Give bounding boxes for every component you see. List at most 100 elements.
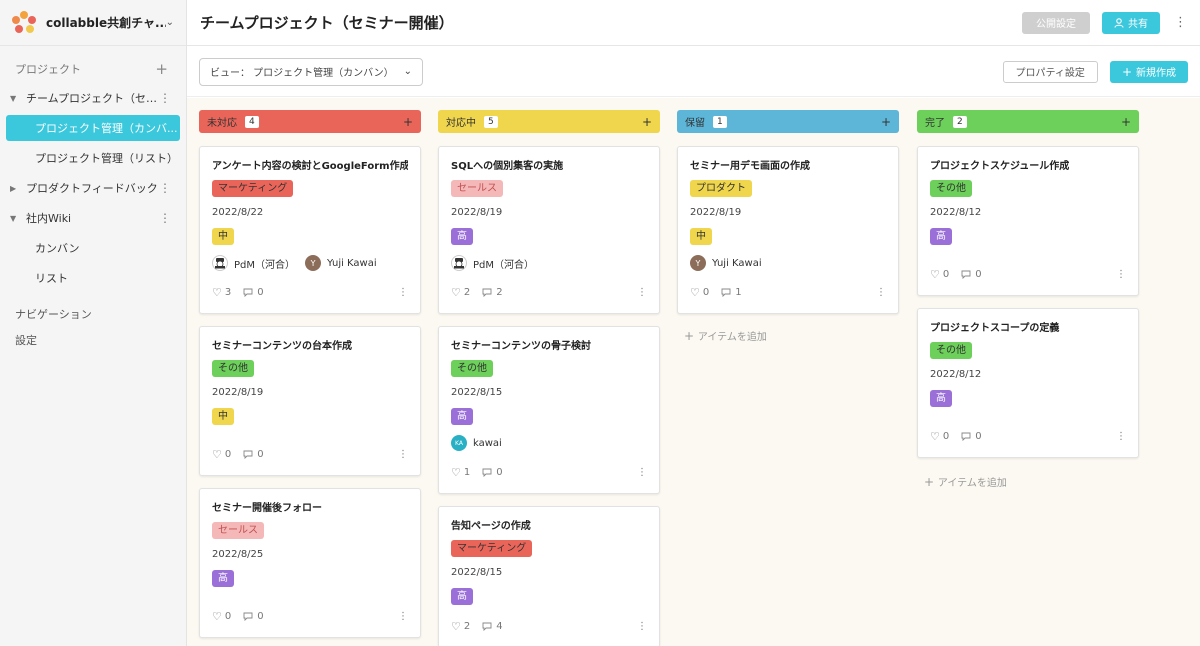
more-vertical-icon[interactable]: ⋮ [637, 287, 647, 298]
comment-icon[interactable] [243, 288, 253, 297]
column-count-badge: 4 [245, 115, 259, 128]
comment-icon[interactable] [961, 432, 971, 441]
more-vertical-icon[interactable]: ⋮ [159, 181, 171, 195]
due-date: 2022/8/12 [930, 207, 982, 218]
heart-icon[interactable]: ♡ [212, 448, 222, 461]
more-vertical-icon[interactable]: ⋮ [159, 211, 171, 225]
sidebar-project-item[interactable]: ▼ 社内Wiki ⋮ [0, 203, 186, 233]
assignee[interactable]: KA kawai [451, 435, 502, 451]
comment-icon[interactable] [482, 468, 492, 477]
kanban-card[interactable]: セミナー用デモ画面の作成 プロダクト 2022/8/19 中 Y Yuji Kawai ♡ 0… [677, 146, 899, 314]
view-select[interactable]: ビュー： プロジェクト管理（カンバン） ⌄ [199, 57, 423, 86]
due-date: 2022/8/19 [690, 207, 742, 218]
sidebar-project-item[interactable]: ▼ チームプロジェクト（セミ... ⋮ [0, 83, 186, 113]
add-card-icon[interactable]: + [403, 115, 413, 129]
sidebar-view-item[interactable]: プロジェクト管理（リスト） [0, 143, 186, 173]
settings-link[interactable]: 設定 [0, 327, 186, 353]
like-count: 0 [702, 287, 710, 298]
priority-badge: 高 [451, 228, 473, 245]
more-vertical-icon[interactable]: ⋮ [637, 621, 647, 632]
priority-badge: 高 [930, 390, 952, 407]
navigation-label[interactable]: ナビゲーション [0, 301, 186, 327]
kanban-card[interactable]: プロジェクトスケジュール作成 その他 2022/8/12 高 ♡ 0 0 ⋮ [917, 146, 1139, 296]
heart-icon[interactable]: ♡ [451, 286, 461, 299]
heart-icon[interactable]: ♡ [212, 610, 222, 623]
card-title: 告知ページの作成 [451, 521, 531, 532]
heart-icon[interactable]: ♡ [930, 268, 940, 281]
comment-icon[interactable] [721, 288, 731, 297]
share-button[interactable]: 共有 [1102, 11, 1160, 34]
heart-icon[interactable]: ♡ [690, 286, 700, 299]
sidebar-view-item[interactable]: プロジェクト管理（カンバ... [6, 115, 180, 141]
add-item-button[interactable]: + アイテムを追加 [684, 328, 767, 343]
category-tag: マーケティング [451, 540, 533, 557]
sidebar-view-item[interactable]: リスト [0, 263, 186, 293]
workspace-switcher[interactable]: collabble共創チャ... ⌄ [0, 0, 186, 46]
add-card-icon[interactable]: + [642, 115, 652, 129]
kanban-card[interactable]: プロジェクトスコープの定義 その他 2022/8/12 高 ♡ 0 0 ⋮ [917, 308, 1139, 458]
avatar: Y [305, 255, 322, 271]
comment-icon[interactable] [482, 288, 492, 297]
kanban-card[interactable]: アンケート内容の検討とGoogleForm作成 マーケティング 2022/8/22 中… [199, 146, 421, 314]
property-settings-button[interactable]: プロパティ設定 [1002, 60, 1098, 83]
card-footer: ♡ 2 4 ⋮ [451, 620, 647, 633]
share-label: 共有 [1128, 19, 1148, 30]
assignee[interactable]: Y Yuji Kawai [690, 255, 762, 271]
new-create-button[interactable]: + 新規作成 [1109, 60, 1188, 83]
sidebar-project-label: 社内Wiki [26, 212, 72, 225]
comment-icon[interactable] [961, 270, 971, 279]
kanban-column: 保留 1 + セミナー用デモ画面の作成 プロダクト 2022/8/19 中 Y Yuji Kaw… [677, 110, 899, 343]
kanban-column: 対応中 5 + SQLへの個別集客の実施 セールス 2022/8/19 高 PdM（河合） ♡ 2… [438, 110, 660, 646]
card-title: セミナーコンテンツの台本作成 [212, 341, 352, 352]
heart-icon[interactable]: ♡ [451, 466, 461, 479]
sidebar-project-label: チームプロジェクト（セミ... [26, 92, 159, 105]
more-vertical-icon[interactable]: ⋮ [1174, 15, 1187, 30]
heart-icon[interactable]: ♡ [212, 286, 222, 299]
assignee[interactable]: Y Yuji Kawai [305, 255, 377, 271]
kanban-card[interactable]: セミナーコンテンツの台本作成 その他 2022/8/19 中 ♡ 0 0 ⋮ [199, 326, 421, 476]
priority-badge: 中 [690, 228, 712, 245]
comment-icon[interactable] [243, 450, 253, 459]
heart-icon[interactable]: ♡ [930, 430, 940, 443]
public-settings-button[interactable]: 公開設定 [1022, 11, 1090, 34]
category-tag: セールス [212, 522, 264, 539]
sidebar-view-item[interactable]: カンバン [0, 233, 186, 263]
heart-icon[interactable]: ♡ [451, 620, 461, 633]
add-card-icon[interactable]: + [1121, 115, 1131, 129]
caret-down-icon[interactable]: ▼ [10, 94, 26, 103]
kanban-card[interactable]: SQLへの個別集客の実施 セールス 2022/8/19 高 PdM（河合） ♡ 2 2 ⋮ [438, 146, 660, 314]
kanban-card[interactable]: セミナーコンテンツの骨子検討 その他 2022/8/15 高 KA kawai ♡ 1 0 ⋮ [438, 326, 660, 494]
more-vertical-icon[interactable]: ⋮ [398, 287, 408, 298]
more-vertical-icon[interactable]: ⋮ [398, 611, 408, 622]
sidebar-project-item[interactable]: ▶ プロダクトフィードバック ⋮ [0, 173, 186, 203]
caret-down-icon[interactable]: ▼ [10, 214, 26, 223]
sidebar: collabble共創チャ... ⌄ プロジェクト + ▼ チームプロジェクト（セ… [0, 0, 187, 646]
add-item-button[interactable]: + アイテムを追加 [924, 474, 1007, 489]
card-title: アンケート内容の検討とGoogleForm作成 [212, 161, 408, 172]
add-card-icon[interactable]: + [881, 115, 891, 129]
comment-icon[interactable] [482, 622, 492, 631]
assignee[interactable]: PdM（河合） [451, 255, 534, 271]
kanban-card[interactable]: セミナー開催後フォロー セールス 2022/8/25 高 ♡ 0 0 ⋮ [199, 488, 421, 638]
more-vertical-icon[interactable]: ⋮ [1116, 269, 1126, 280]
kanban-board: 未対応 4 + アンケート内容の検討とGoogleForm作成 マーケティング 2022/… [187, 98, 1200, 646]
assignee-list: Y Yuji Kawai [690, 255, 886, 271]
assignee[interactable]: PdM（河合） [212, 255, 295, 271]
more-vertical-icon[interactable]: ⋮ [637, 467, 647, 478]
more-vertical-icon[interactable]: ⋮ [159, 91, 171, 105]
assignee-list: PdM（河合） [451, 255, 647, 271]
kanban-card[interactable]: 告知ページの作成 マーケティング 2022/8/15 高 ♡ 2 4 ⋮ [438, 506, 660, 646]
workspace-logo-icon [12, 10, 36, 35]
plus-icon: + [684, 329, 698, 343]
like-count: 2 [463, 287, 471, 298]
caret-right-icon[interactable]: ▶ [10, 184, 26, 193]
comment-icon[interactable] [243, 612, 253, 621]
chevron-down-icon[interactable]: ⌄ [166, 17, 174, 28]
more-vertical-icon[interactable]: ⋮ [1116, 431, 1126, 442]
project-tree: ▼ チームプロジェクト（セミ... ⋮ プロジェクト管理（カンバ... プロジェクト管理… [0, 83, 186, 293]
card-footer: ♡ 0 1 ⋮ [690, 286, 886, 299]
add-project-icon[interactable]: + [155, 60, 168, 78]
like-count: 1 [463, 467, 471, 478]
more-vertical-icon[interactable]: ⋮ [398, 449, 408, 460]
more-vertical-icon[interactable]: ⋮ [876, 287, 886, 298]
